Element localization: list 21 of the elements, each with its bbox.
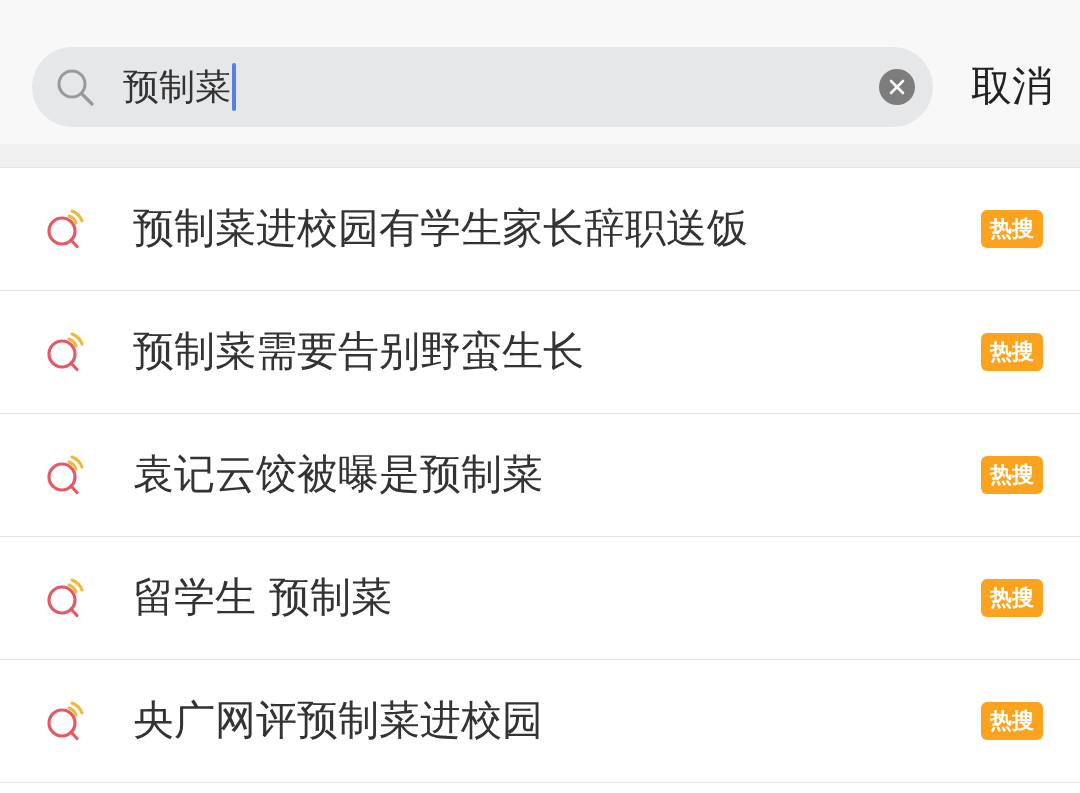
cancel-button[interactable]: 取消: [971, 62, 1053, 112]
suggestion-text[interactable]: 央广网评预制菜进校园: [133, 696, 981, 746]
search-icon: [45, 209, 85, 249]
hot-search-tag: 热搜: [981, 209, 1043, 249]
search-icon: [45, 455, 85, 495]
search-icon: [45, 578, 85, 618]
clear-button[interactable]: [879, 69, 915, 105]
search-icon: [45, 701, 85, 741]
search-icon: [45, 332, 85, 372]
search-field[interactable]: 预制菜: [32, 47, 933, 127]
suggestion-text[interactable]: 留学生 预制菜: [133, 573, 981, 623]
suggestion-text[interactable]: 预制菜需要告别野蛮生长: [133, 327, 981, 377]
hot-search-tag: 热搜: [981, 455, 1043, 495]
close-icon: [889, 79, 905, 95]
suggestion-text[interactable]: 袁记云饺被曝是预制菜: [133, 450, 981, 500]
suggestion-text[interactable]: 预制菜进校园有学生家长辞职送饭: [133, 204, 981, 254]
search-icon: [55, 67, 95, 107]
search-query-text: 预制菜: [123, 67, 231, 107]
hot-search-tag: 热搜: [981, 578, 1043, 618]
hot-search-tag: 热搜: [981, 701, 1043, 741]
hot-search-tag: 热搜: [981, 332, 1043, 372]
